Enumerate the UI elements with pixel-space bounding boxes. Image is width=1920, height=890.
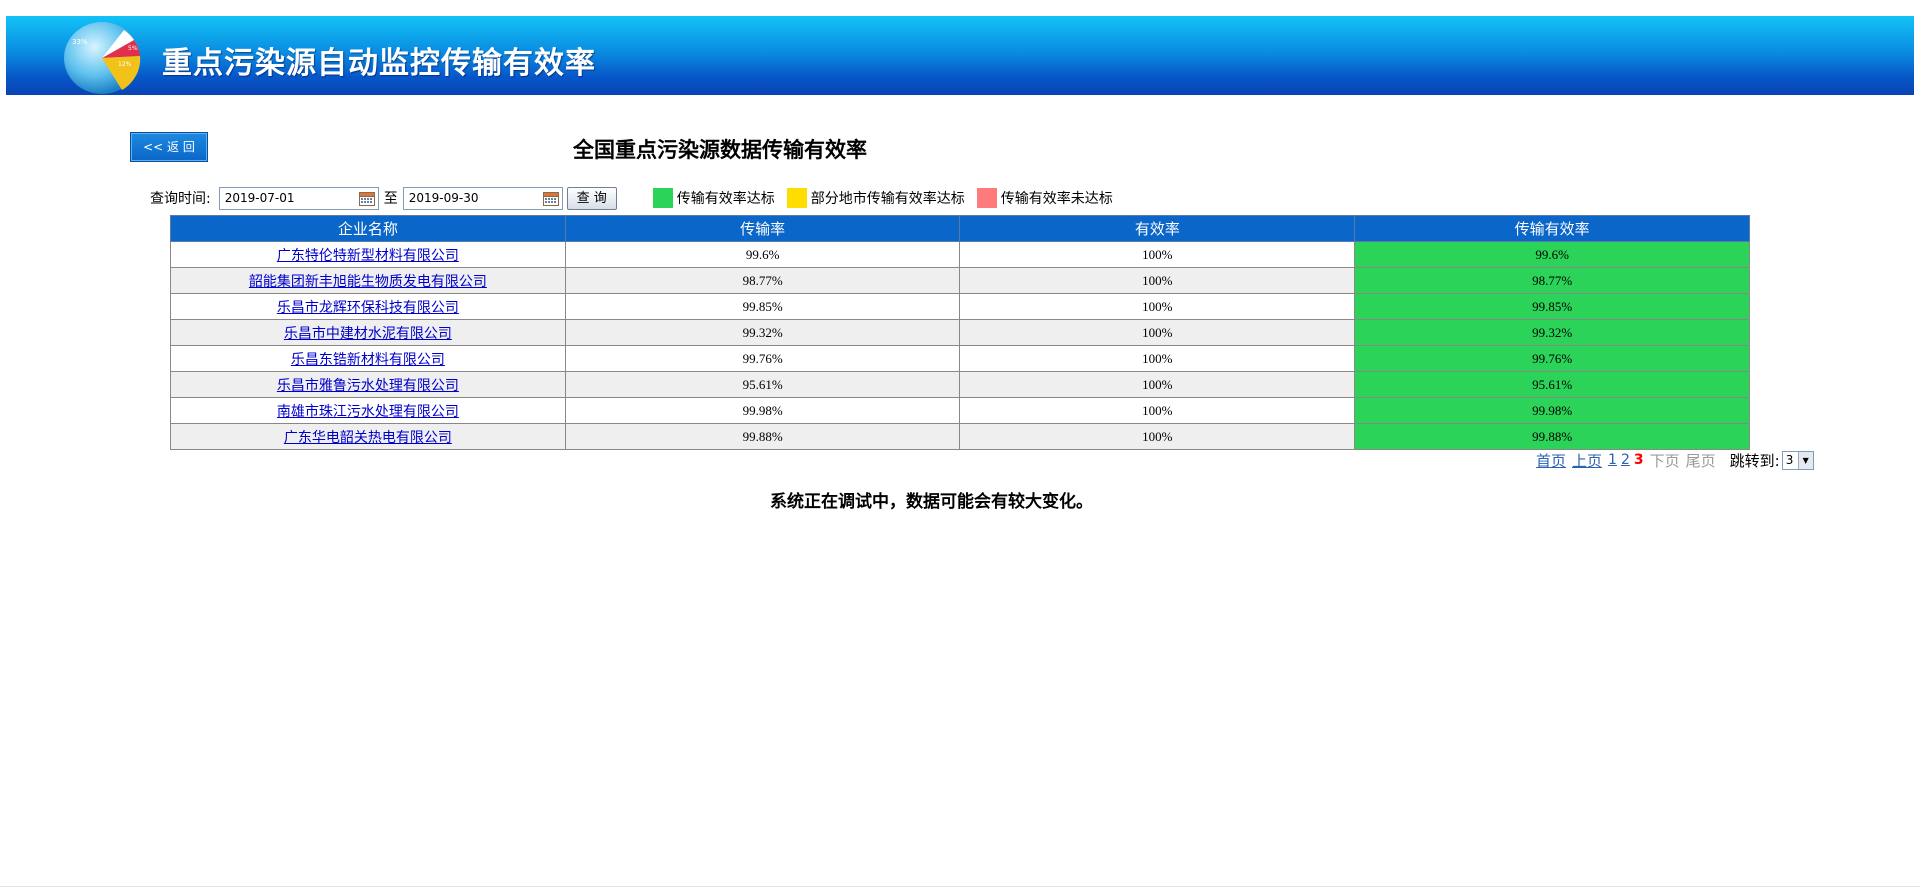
legend-swatch-yellow: [786, 188, 807, 208]
transmission-cell: 99.98%: [564, 397, 961, 424]
app-title: 重点污染源自动监控传输有效率: [162, 46, 596, 81]
table-row: 乐昌市中建材水泥有限公司 99.32% 100% 99.32%: [170, 319, 1750, 346]
page-bottom-divider: [0, 886, 1920, 887]
next-page-link: 下页: [1649, 451, 1680, 470]
company-cell: 南雄市珠江污水处理有限公司: [170, 397, 566, 424]
table-row: 乐昌市龙辉环保科技有限公司 99.85% 100% 99.85%: [170, 293, 1750, 320]
validity-cell: 100%: [959, 293, 1356, 320]
validity-cell: 100%: [959, 319, 1356, 346]
company-cell: 乐昌市龙辉环保科技有限公司: [170, 293, 566, 320]
logo-label-2: 5%: [128, 45, 138, 52]
start-date-field[interactable]: [218, 186, 379, 210]
jump-to-label: 跳转到:: [1729, 451, 1780, 470]
transmission-cell: 99.76%: [564, 345, 961, 372]
query-time-label: 查询时间:: [150, 191, 211, 207]
query-bar: 查询时间: 至 查 询 传输有效率达标 部分地市传输有效率达标: [150, 186, 1113, 210]
legend-label: 传输有效率未达标: [1000, 191, 1113, 207]
legend-item-fail: 传输有效率未达标: [976, 188, 1113, 208]
company-link[interactable]: 乐昌东锆新材料有限公司: [291, 352, 445, 368]
page-link-2[interactable]: 2: [1621, 452, 1630, 468]
company-link[interactable]: 南雄市珠江污水处理有限公司: [277, 404, 459, 420]
logo-label-3: 12%: [118, 61, 132, 68]
jump-page-value: 3: [1785, 453, 1794, 467]
legend-label: 部分地市传输有效率达标: [810, 191, 965, 207]
end-date-field[interactable]: [402, 186, 563, 210]
logo-label-1: 33%: [72, 38, 88, 46]
legend-label: 传输有效率达标: [676, 191, 775, 207]
table-row: 乐昌东锆新材料有限公司 99.76% 100% 99.76%: [170, 345, 1750, 372]
jump-page-select[interactable]: 3 ▼: [1781, 450, 1814, 470]
last-page-link: 尾页: [1685, 451, 1716, 470]
header-banner: 33% 5% 12% 重点污染源自动监控传输有效率: [6, 16, 1914, 95]
page-title: 全国重点污染源数据传输有效率: [573, 138, 867, 162]
effective-rate-cell: 95.61%: [1354, 371, 1750, 398]
back-button[interactable]: << 返 回: [130, 132, 208, 162]
validity-cell: 100%: [959, 345, 1356, 372]
current-page: 3: [1633, 452, 1644, 468]
company-link[interactable]: 广东特伦特新型材料有限公司: [277, 248, 459, 264]
column-header-effective-rate: 传输有效率: [1354, 215, 1750, 242]
legend-item-partial: 部分地市传输有效率达标: [786, 188, 965, 208]
effective-rate-cell: 99.98%: [1354, 397, 1750, 424]
company-cell: 广东华电韶关热电有限公司: [170, 423, 566, 450]
chevron-down-icon[interactable]: ▼: [1797, 451, 1813, 469]
query-button[interactable]: 查 询: [566, 186, 617, 210]
effective-rate-cell: 99.85%: [1354, 293, 1750, 320]
table-row: 乐昌市雅鲁污水处理有限公司 95.61% 100% 95.61%: [170, 371, 1750, 398]
page-link-1[interactable]: 1: [1608, 452, 1617, 468]
transmission-cell: 99.85%: [564, 293, 961, 320]
company-link[interactable]: 乐昌市龙辉环保科技有限公司: [277, 300, 459, 316]
table-header-row: 企业名称 传输率 有效率 传输有效率: [170, 215, 1750, 242]
debug-notice: 系统正在调试中，数据可能会有较大变化。: [770, 492, 1093, 512]
legend-item-ok: 传输有效率达标: [652, 188, 775, 208]
company-link[interactable]: 乐昌市中建材水泥有限公司: [284, 326, 452, 342]
legend-swatch-green: [652, 188, 673, 208]
table-row: 广东特伦特新型材料有限公司 99.6% 100% 99.6%: [170, 241, 1750, 268]
effective-rate-cell: 99.6%: [1354, 241, 1750, 268]
transmission-cell: 99.88%: [564, 423, 961, 450]
column-header-transmission-rate: 传输率: [564, 215, 961, 242]
table-row: 广东华电韶关热电有限公司 99.88% 100% 99.88%: [170, 423, 1750, 450]
company-cell: 广东特伦特新型材料有限公司: [170, 241, 566, 268]
validity-cell: 100%: [959, 241, 1356, 268]
validity-cell: 100%: [959, 371, 1356, 398]
column-header-validity-rate: 有效率: [959, 215, 1356, 242]
company-link[interactable]: 广东华电韶关热电有限公司: [284, 430, 452, 446]
validity-cell: 100%: [959, 267, 1356, 294]
start-date-input[interactable]: [219, 187, 356, 209]
date-range-separator: 至: [383, 191, 398, 207]
transmission-cell: 95.61%: [564, 371, 961, 398]
validity-cell: 100%: [959, 397, 1356, 424]
validity-cell: 100%: [959, 423, 1356, 450]
company-link[interactable]: 乐昌市雅鲁污水处理有限公司: [277, 378, 459, 394]
prev-page-link[interactable]: 上页: [1572, 450, 1602, 471]
legend-swatch-red: [976, 188, 997, 208]
company-cell: 乐昌市雅鲁污水处理有限公司: [170, 371, 566, 398]
calendar-icon[interactable]: [542, 191, 559, 206]
effective-rate-cell: 99.88%: [1354, 423, 1750, 450]
end-date-input[interactable]: [403, 187, 540, 209]
company-cell: 乐昌东锆新材料有限公司: [170, 345, 566, 372]
table-row: 韶能集团新丰旭能生物质发电有限公司 98.77% 100% 98.77%: [170, 267, 1750, 294]
efficiency-table: 企业名称 传输率 有效率 传输有效率 广东特伦特新型材料有限公司 99.6% 1…: [170, 215, 1750, 450]
transmission-cell: 99.6%: [564, 241, 961, 268]
table-row: 南雄市珠江污水处理有限公司 99.98% 100% 99.98%: [170, 397, 1750, 424]
transmission-cell: 99.32%: [564, 319, 961, 346]
effective-rate-cell: 99.76%: [1354, 345, 1750, 372]
company-cell: 乐昌市中建材水泥有限公司: [170, 319, 566, 346]
company-cell: 韶能集团新丰旭能生物质发电有限公司: [170, 267, 566, 294]
calendar-icon[interactable]: [358, 191, 375, 206]
pie-chart-logo-icon: 33% 5% 12%: [64, 22, 141, 94]
column-header-company: 企业名称: [170, 215, 566, 242]
company-link[interactable]: 韶能集团新丰旭能生物质发电有限公司: [249, 274, 487, 290]
effective-rate-cell: 98.77%: [1354, 267, 1750, 294]
first-page-link[interactable]: 首页: [1536, 450, 1566, 471]
pagination: 首页 上页 1 2 3 下页 尾页 跳转到: 3 ▼: [1536, 450, 1814, 470]
transmission-cell: 98.77%: [564, 267, 961, 294]
effective-rate-cell: 99.32%: [1354, 319, 1750, 346]
